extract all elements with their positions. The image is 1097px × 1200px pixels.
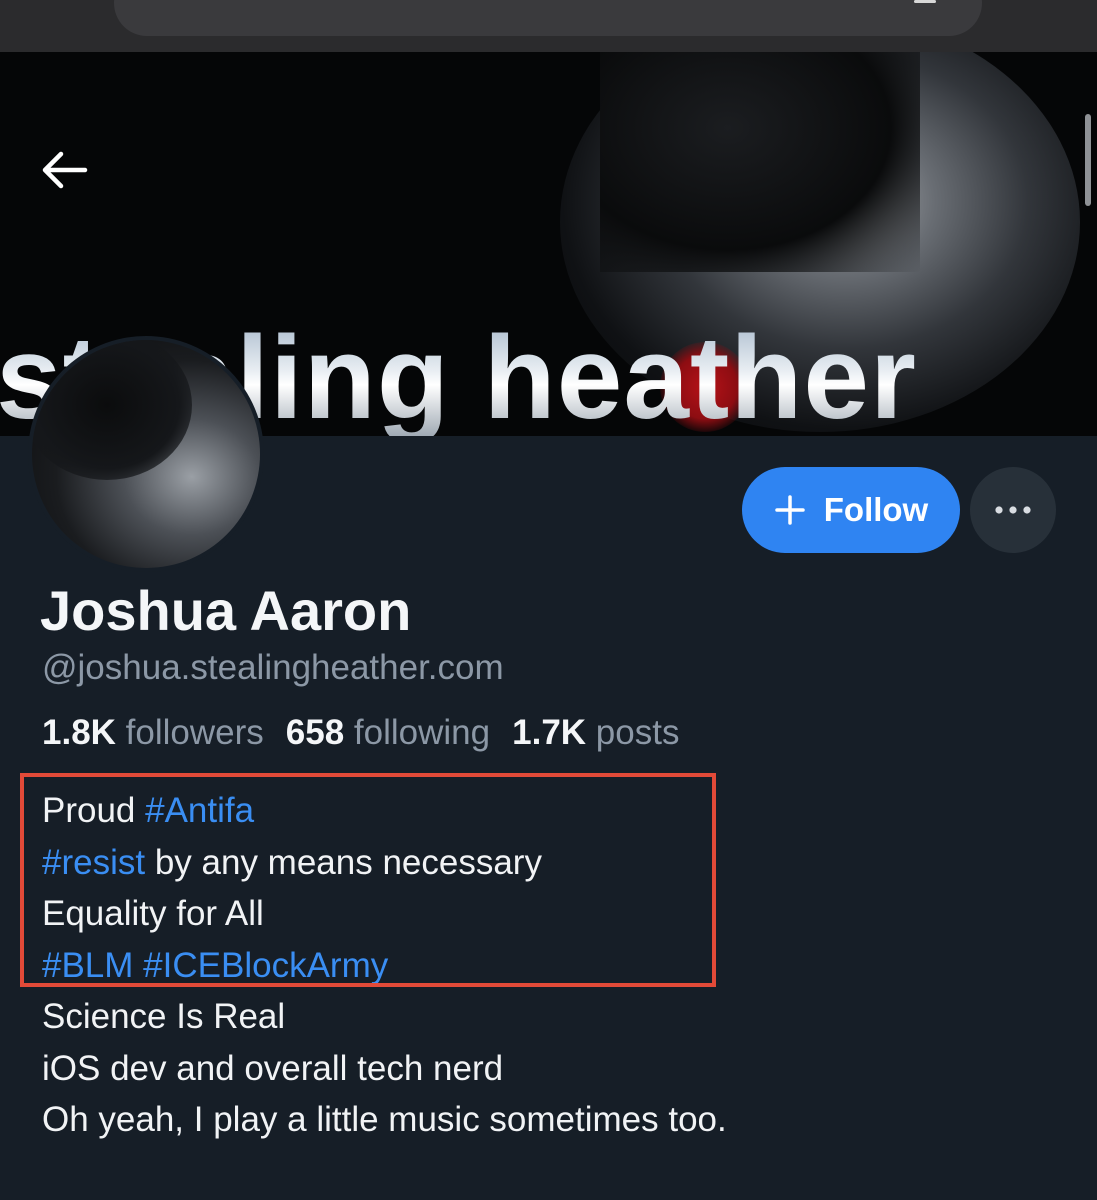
back-button[interactable] — [32, 142, 96, 198]
follow-button-label: Follow — [823, 491, 929, 528]
following-count: 658 — [285, 713, 345, 752]
ellipsis-icon — [995, 506, 1031, 514]
bio-line: Science Is Real — [42, 991, 727, 1043]
following-label: following — [353, 713, 491, 752]
followers-label: followers — [125, 713, 264, 752]
banner-hair-shadow — [600, 52, 920, 272]
follow-button[interactable]: Follow — [742, 467, 960, 553]
arrow-left-icon — [42, 151, 88, 189]
posts-count: 1.7K — [512, 713, 587, 752]
highlight-annotation-box — [20, 773, 716, 987]
bio-text: Oh yeah, I play a little music sometimes… — [42, 1100, 727, 1139]
browser-top-bar — [0, 0, 1097, 52]
plus-icon — [775, 495, 805, 525]
bio-text: iOS dev and overall tech nerd — [42, 1048, 504, 1088]
scrollbar[interactable] — [1085, 114, 1091, 206]
following-stat[interactable]: 658 following — [286, 713, 490, 753]
user-handle: @joshua.stealingheather.com — [42, 648, 504, 687]
bio-line: iOS dev and overall tech nerd — [42, 1043, 727, 1095]
followers-stat[interactable]: 1.8K followers — [42, 713, 264, 753]
posts-stat: 1.7K posts — [512, 713, 679, 753]
display-name: Joshua Aaron — [40, 579, 412, 642]
avatar-image — [32, 340, 260, 568]
posts-label: posts — [595, 713, 680, 752]
profile-stats: 1.8K followers 658 following 1.7K posts — [42, 713, 679, 753]
avatar[interactable] — [28, 336, 264, 572]
avatar-hair-shadow — [32, 340, 192, 480]
address-bar[interactable] — [114, 0, 982, 36]
more-options-button[interactable] — [970, 467, 1056, 553]
bio-text: Science Is Real — [42, 997, 286, 1036]
followers-count: 1.8K — [42, 713, 116, 752]
bio-line: Oh yeah, I play a little music sometimes… — [42, 1094, 727, 1146]
tab-icon[interactable] — [914, 0, 936, 3]
